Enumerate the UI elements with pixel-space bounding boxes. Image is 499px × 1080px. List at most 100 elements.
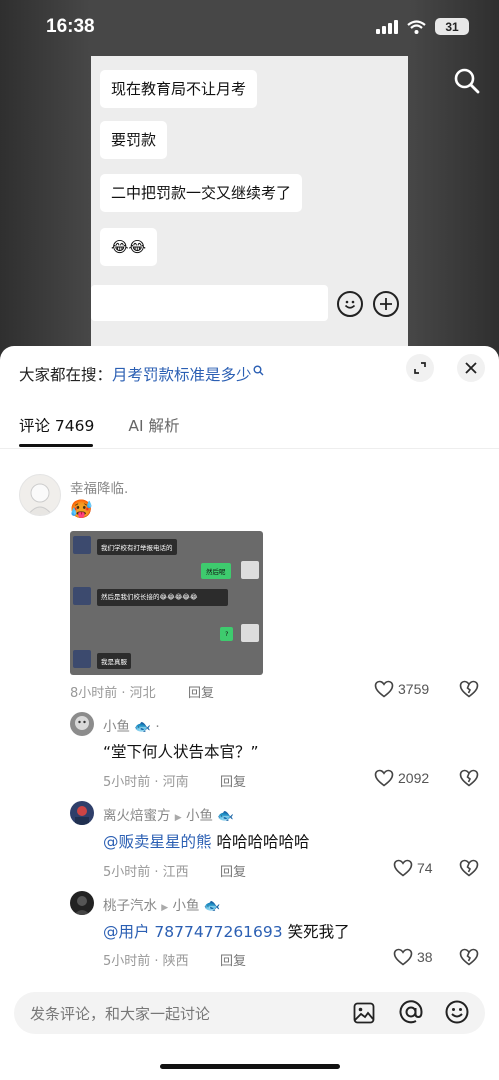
reply-button[interactable]: 回复	[220, 861, 246, 880]
avatar[interactable]	[70, 712, 94, 736]
reply-username-text[interactable]: 小鱼	[103, 719, 130, 735]
reply-text: “堂下何人状告本官？”	[103, 743, 259, 761]
wifi-icon	[407, 19, 426, 34]
like-count: 38	[417, 949, 433, 965]
tab-underline	[19, 444, 93, 447]
reply-username[interactable]: 离火焙蜜方 ▶ 小鱼 🐟	[103, 804, 234, 824]
broken-heart-icon	[459, 769, 479, 787]
reply-username-text[interactable]: 离火焙蜜方	[103, 808, 171, 824]
chat-avatar	[241, 561, 259, 579]
search-icon[interactable]	[453, 67, 481, 99]
video-chat-input	[91, 285, 328, 321]
heart-icon	[374, 769, 394, 787]
reply-text: @用户 7877477261693 笑死我了	[103, 920, 350, 942]
avatar[interactable]	[70, 891, 94, 915]
comment-image[interactable]: 我们学校有打举报电话的 然后呢 然后是我们校长接的😂😂😂😂😂 ? 我是真服	[70, 531, 263, 675]
dislike-button[interactable]	[459, 769, 479, 791]
chat-avatar	[73, 536, 91, 554]
expand-icon	[414, 362, 426, 374]
mention-link[interactable]: @贩卖星星的熊	[103, 833, 212, 851]
reply-username-suffix: ·	[155, 719, 160, 735]
mention-icon[interactable]	[398, 999, 424, 1029]
reply-time-location: 5小时前 · 河南	[103, 775, 189, 790]
like-button[interactable]: 3759	[374, 680, 429, 698]
avatar[interactable]	[70, 801, 94, 825]
image-icon[interactable]	[352, 1001, 376, 1029]
reply-text-body: 笑死我了	[282, 923, 350, 941]
like-count: 2092	[398, 770, 430, 786]
emoji-icon[interactable]	[444, 999, 470, 1029]
close-button[interactable]	[457, 354, 485, 382]
status-time: 16:38	[46, 16, 95, 37]
comment-emoji: 🥵	[70, 499, 93, 520]
video-chat-screenshot: 现在教育局不让月考 要罚款 二中把罚款一交又继续考了 😂😂	[91, 56, 408, 356]
reply-time-location: 5小时前 · 江西	[103, 865, 189, 880]
mention-link[interactable]: @用户 7877477261693	[103, 923, 283, 941]
broken-heart-icon	[459, 948, 479, 966]
chat-reply: 然后呢	[201, 563, 231, 579]
fish-icon: 🐟	[203, 898, 221, 914]
chat-reply: ?	[220, 627, 234, 641]
chat-message: 我们学校有打举报电话的	[97, 539, 177, 555]
comment-username[interactable]: 幸福降临.	[70, 477, 128, 497]
chat-message: 然后是我们校长接的😂😂😂😂😂	[97, 589, 228, 606]
suggestion-keyword[interactable]: 月考罚款标准是多少	[112, 366, 252, 384]
reply-text: @贩卖星星的熊 哈哈哈哈哈哈	[103, 830, 309, 852]
fish-icon: 🐟	[217, 808, 235, 824]
like-button[interactable]: 38	[393, 948, 433, 966]
heart-icon	[393, 948, 413, 966]
reply-arrow-icon: ▶	[174, 813, 182, 823]
status-bar: 16:38 31	[0, 0, 499, 56]
reply-button[interactable]: 回复	[220, 950, 246, 969]
divider	[0, 448, 499, 449]
broken-heart-icon	[459, 680, 479, 698]
search-suggestion[interactable]: 大家都在搜：月考罚款标准是多少	[19, 363, 264, 385]
tab-ai-analysis[interactable]: AI 解析	[128, 414, 179, 436]
close-icon	[465, 362, 477, 374]
like-button[interactable]: 74	[393, 859, 433, 877]
video-message: 😂😂	[100, 228, 158, 266]
broken-heart-icon	[459, 859, 479, 877]
video-message: 二中把罚款一交又继续考了	[100, 174, 303, 212]
smiley-icon	[337, 291, 363, 317]
like-count: 74	[417, 860, 433, 876]
reply-username[interactable]: 桃子汽水 ▶ 小鱼 🐟	[103, 894, 221, 914]
cellular-signal-icon	[376, 19, 398, 34]
reply-arrow-icon: ▶	[161, 903, 169, 913]
dislike-button[interactable]	[459, 680, 479, 702]
reply-time-location: 5小时前 · 陕西	[103, 954, 189, 969]
search-small-icon	[253, 365, 264, 376]
reply-button[interactable]: 回复	[220, 771, 246, 790]
video-message: 现在教育局不让月考	[100, 70, 258, 108]
chat-avatar	[73, 650, 91, 668]
like-button[interactable]: 2092	[374, 769, 429, 787]
reply-username-text[interactable]: 桃子汽水	[103, 898, 157, 914]
battery-indicator: 31	[435, 18, 469, 35]
chat-avatar	[241, 624, 259, 642]
comment-input-placeholder[interactable]: 发条评论，和大家一起讨论	[30, 1003, 210, 1024]
status-icons: 31	[376, 18, 469, 35]
dislike-button[interactable]	[459, 859, 479, 881]
chat-message: 我是真服	[97, 653, 131, 669]
avatar[interactable]	[19, 474, 61, 516]
comment-input-bar[interactable]: 发条评论，和大家一起讨论	[14, 992, 485, 1034]
fish-icon: 🐟	[134, 719, 152, 735]
home-indicator	[160, 1064, 340, 1069]
like-count: 3759	[398, 681, 430, 697]
comment-sheet: 大家都在搜：月考罚款标准是多少 评论 7469 AI 解析 幸福降临. 🥵 我们…	[0, 346, 499, 1080]
heart-icon	[374, 680, 394, 698]
suggestion-prefix: 大家都在搜：	[19, 366, 113, 384]
reply-button[interactable]: 回复	[188, 682, 214, 701]
chat-avatar	[73, 587, 91, 605]
comment-time-location: 8小时前 · 河北	[70, 686, 156, 701]
video-message: 要罚款	[100, 121, 168, 159]
plus-icon	[373, 291, 399, 317]
tab-comments[interactable]: 评论 7469	[19, 414, 94, 436]
expand-button[interactable]	[406, 354, 434, 382]
reply-to-username[interactable]: 小鱼	[186, 808, 213, 824]
heart-icon	[393, 859, 413, 877]
reply-to-username[interactable]: 小鱼	[173, 898, 200, 914]
reply-text-body: 哈哈哈哈哈哈	[211, 833, 310, 851]
reply-username[interactable]: 小鱼 🐟 ·	[103, 715, 160, 735]
dislike-button[interactable]	[459, 948, 479, 970]
